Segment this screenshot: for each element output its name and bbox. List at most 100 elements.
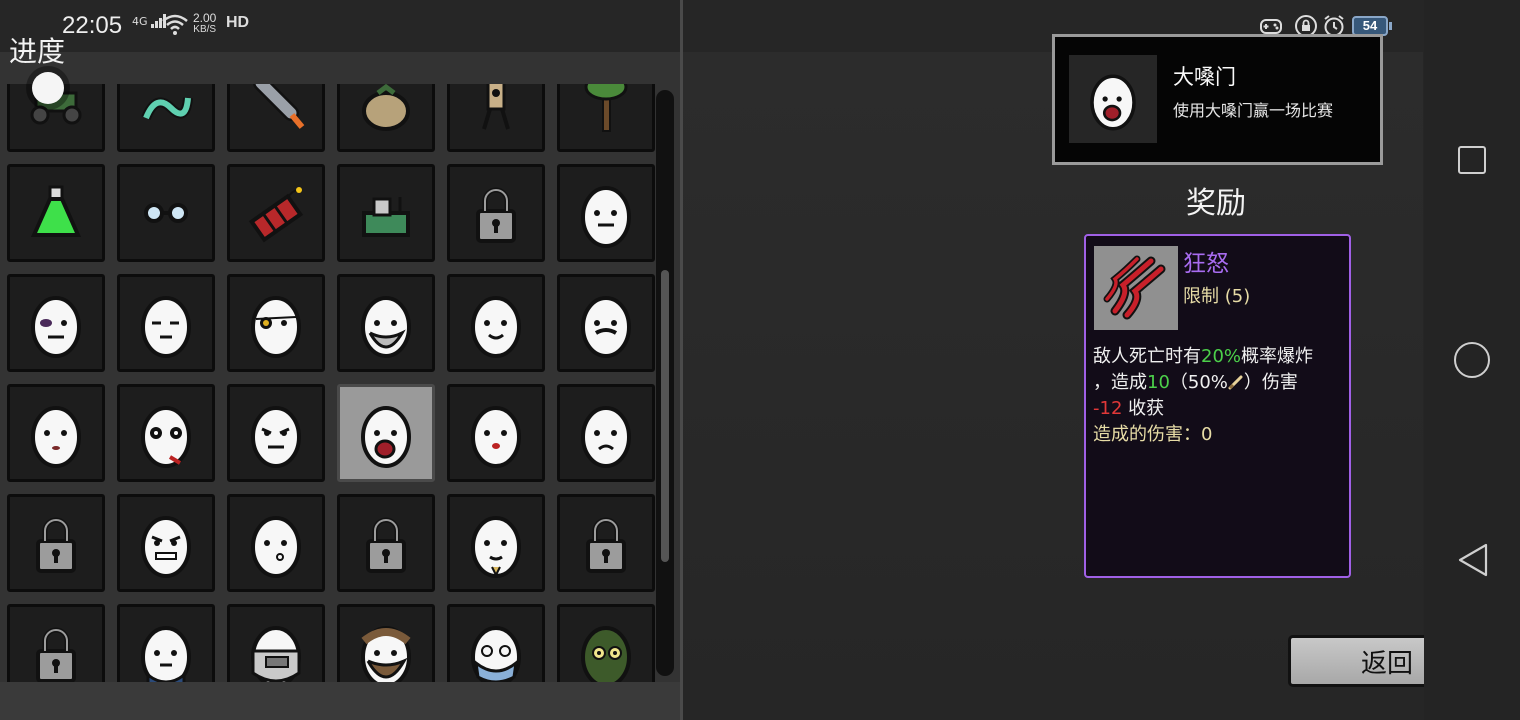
claw-slash-icon bbox=[1094, 246, 1178, 330]
battery-icon: 54 bbox=[1352, 16, 1388, 36]
desc-text: 敌人死亡时有 bbox=[1093, 346, 1201, 367]
progress-cell[interactable] bbox=[447, 384, 545, 482]
desc-value-positive: 20% bbox=[1201, 346, 1242, 367]
floating-assist-button[interactable] bbox=[32, 72, 64, 104]
item-limit: 限制 (5) bbox=[1183, 286, 1251, 307]
hd-indicator: HD bbox=[226, 14, 250, 31]
progress-cell[interactable] bbox=[337, 84, 435, 152]
recent-apps-icon[interactable] bbox=[1458, 146, 1486, 174]
achievement-box: 大嗓门 使用大嗓门赢一场比赛 bbox=[1052, 34, 1383, 165]
character-loud-icon bbox=[361, 406, 411, 468]
character-plain-icon bbox=[31, 406, 81, 468]
clock: 22:05 bbox=[62, 12, 123, 39]
tentacle-icon bbox=[141, 97, 193, 121]
character-angry-icon bbox=[141, 516, 191, 578]
achievement-character-icon bbox=[1069, 55, 1157, 143]
progress-cell[interactable] bbox=[447, 84, 545, 152]
character-suit-icon bbox=[141, 626, 191, 682]
progress-cell[interactable] bbox=[7, 494, 105, 592]
character-goatee-icon bbox=[471, 516, 521, 578]
character-masked-icon bbox=[471, 626, 521, 682]
desc-text: ）伤害 bbox=[1243, 372, 1298, 393]
progress-cell[interactable] bbox=[447, 604, 545, 682]
progress-cell[interactable] bbox=[447, 274, 545, 372]
dynamite-icon bbox=[248, 187, 304, 243]
achievement-description: 使用大嗓门赢一场比赛 bbox=[1173, 101, 1334, 120]
character-kiss-icon bbox=[251, 516, 301, 578]
progress-cell[interactable] bbox=[227, 604, 325, 682]
character-eyepatch-icon bbox=[251, 296, 301, 358]
progress-cell[interactable] bbox=[117, 494, 215, 592]
progress-cell[interactable] bbox=[337, 274, 435, 372]
character-sleepy-icon bbox=[141, 296, 191, 358]
money-bag-icon bbox=[362, 84, 410, 131]
progress-cell[interactable] bbox=[117, 384, 215, 482]
progress-cell[interactable] bbox=[117, 164, 215, 262]
lock-icon bbox=[586, 517, 626, 573]
progress-cell[interactable] bbox=[227, 274, 325, 372]
character-sad-icon bbox=[581, 406, 631, 468]
desc-text: 概率爆炸 bbox=[1241, 346, 1314, 367]
progress-cell[interactable] bbox=[117, 84, 215, 152]
tree-icon bbox=[584, 84, 628, 132]
damage-dealt: 造成的伤害：0 bbox=[1093, 424, 1213, 445]
lock-icon bbox=[366, 517, 406, 573]
lock-icon bbox=[36, 517, 76, 573]
progress-cell[interactable] bbox=[227, 384, 325, 482]
desc-line-1: 敌人死亡时有20%概率爆炸 bbox=[1093, 344, 1345, 370]
progress-grid-viewport[interactable] bbox=[0, 84, 660, 682]
lock-icon bbox=[476, 187, 516, 243]
character-grumpy-icon bbox=[251, 406, 301, 468]
progress-cell[interactable] bbox=[447, 494, 545, 592]
progress-cell[interactable] bbox=[447, 164, 545, 262]
progress-cell[interactable] bbox=[557, 384, 655, 482]
desc-value-negative: -12 bbox=[1093, 398, 1123, 419]
desc-value-positive: 10 bbox=[1147, 372, 1170, 393]
speed-value: 2.00 bbox=[193, 11, 217, 25]
item-name: 狂怒 bbox=[1183, 251, 1229, 277]
character-ninja-icon bbox=[581, 626, 631, 682]
progress-cell[interactable] bbox=[337, 604, 435, 682]
progress-cell[interactable] bbox=[557, 604, 655, 682]
progress-cell[interactable] bbox=[337, 384, 435, 482]
character-bearded-man-icon bbox=[361, 626, 411, 682]
network-type: 4G bbox=[132, 15, 148, 28]
progress-cell[interactable] bbox=[7, 274, 105, 372]
progress-cell[interactable] bbox=[227, 84, 325, 152]
reward-title: 奖励 bbox=[1186, 186, 1246, 221]
character-bearded-icon bbox=[361, 296, 411, 358]
scarecrow-icon bbox=[482, 84, 510, 130]
battery-tip bbox=[1389, 22, 1392, 30]
character-bruised-icon bbox=[31, 296, 81, 358]
progress-cell[interactable] bbox=[117, 274, 215, 372]
reward-item-card: 狂怒 限制 (5) 敌人死亡时有20%概率爆炸 ，造成10（50% ）伤害 -12… bbox=[1084, 234, 1351, 578]
progress-cell[interactable] bbox=[117, 604, 215, 682]
progress-cell[interactable] bbox=[557, 164, 655, 262]
character-frown-icon bbox=[581, 186, 631, 248]
progress-cell[interactable] bbox=[7, 604, 105, 682]
progress-cell[interactable] bbox=[337, 494, 435, 592]
desc-text: （50% bbox=[1169, 372, 1228, 393]
progress-cell[interactable] bbox=[337, 164, 435, 262]
wifi-icon bbox=[162, 14, 188, 35]
progress-grid bbox=[7, 84, 655, 682]
progress-cell[interactable] bbox=[227, 494, 325, 592]
achievement-name: 大嗓门 bbox=[1173, 65, 1236, 89]
character-panda-icon bbox=[141, 406, 191, 468]
character-helmet-icon bbox=[251, 626, 301, 682]
home-icon[interactable] bbox=[1454, 342, 1490, 378]
desc-text: ，造成 bbox=[1093, 372, 1147, 393]
progress-cell[interactable] bbox=[7, 164, 105, 262]
character-cheeky-icon bbox=[471, 406, 521, 468]
back-nav-icon[interactable] bbox=[1456, 542, 1490, 578]
desc-text: 收获 bbox=[1122, 398, 1165, 419]
potion-icon bbox=[30, 185, 82, 237]
progress-cell[interactable] bbox=[557, 274, 655, 372]
scrollbar-thumb[interactable] bbox=[661, 270, 669, 562]
scrollbar[interactable] bbox=[656, 90, 674, 676]
progress-cell[interactable] bbox=[7, 384, 105, 482]
page-title: 进度 bbox=[9, 35, 66, 68]
progress-cell[interactable] bbox=[227, 164, 325, 262]
progress-cell[interactable] bbox=[557, 494, 655, 592]
progress-cell[interactable] bbox=[557, 84, 655, 152]
